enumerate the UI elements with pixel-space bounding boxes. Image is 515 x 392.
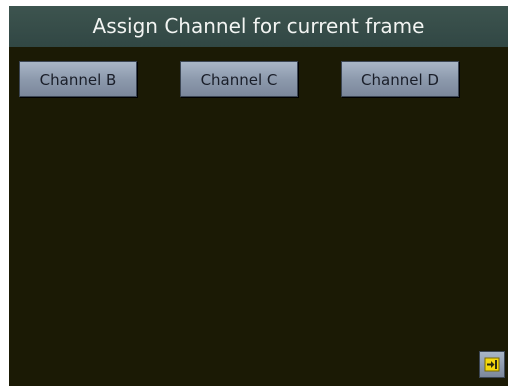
channel-d-button[interactable]: Channel D [341, 61, 459, 97]
exit-button[interactable] [479, 351, 505, 378]
channel-assign-screen: Assign Channel for current frame Channel… [9, 6, 508, 386]
channel-c-button[interactable]: Channel C [180, 61, 298, 97]
exit-icon [484, 357, 500, 372]
channel-b-button[interactable]: Channel B [19, 61, 137, 97]
page-title: Assign Channel for current frame [9, 6, 508, 47]
